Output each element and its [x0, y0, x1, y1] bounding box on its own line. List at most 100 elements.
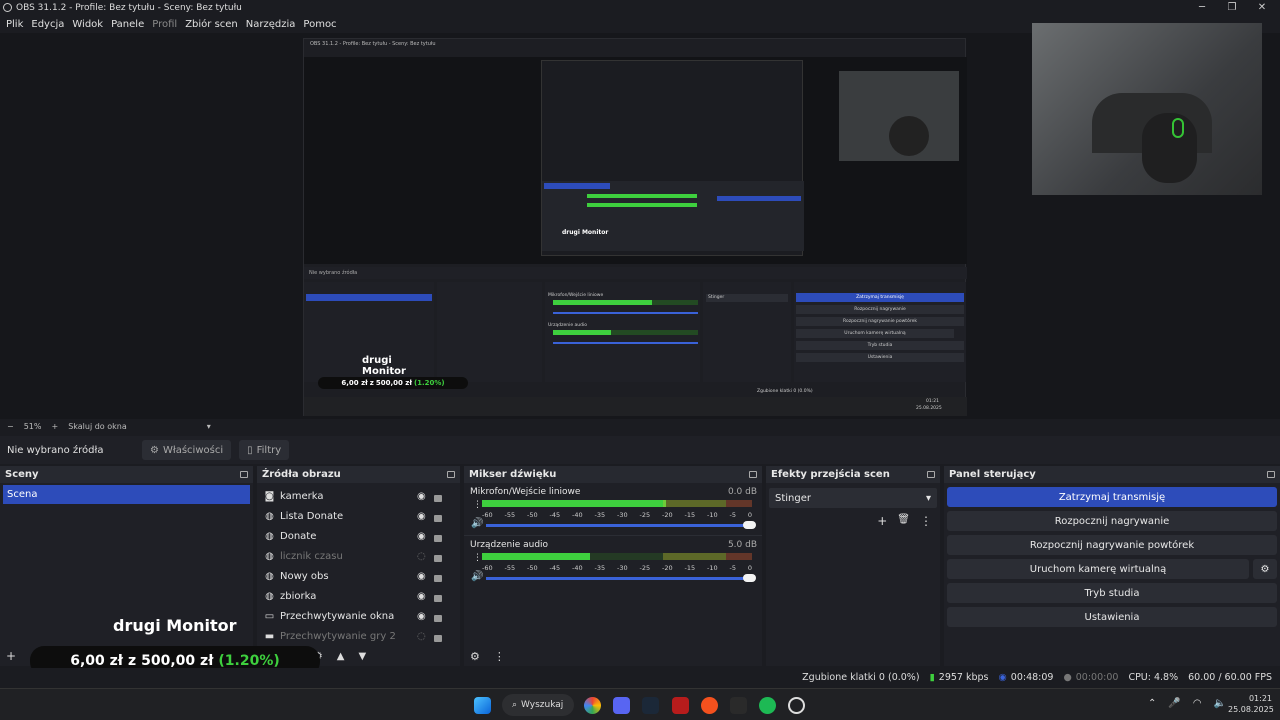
meter-tick-label: -20: [662, 511, 673, 519]
eye-icon[interactable]: ◉: [417, 531, 426, 542]
discord-icon[interactable]: [613, 697, 630, 714]
volume-icon[interactable]: 🔈: [1214, 698, 1226, 709]
zoom-value: 51%: [23, 421, 42, 431]
spotify-icon[interactable]: [759, 697, 776, 714]
meter-tick-label: -30: [617, 564, 628, 572]
add-scene-button[interactable]: +: [6, 649, 16, 663]
steam-icon[interactable]: [642, 697, 659, 714]
meter-tick-label: -15: [684, 511, 696, 519]
volume-slider[interactable]: [486, 577, 752, 580]
nested-deeper-capture: drugi Monitor: [541, 60, 804, 256]
stream-time: 00:48:09: [1010, 672, 1054, 683]
lock-icon[interactable]: [434, 515, 442, 522]
lock-icon[interactable]: [434, 555, 442, 562]
more-icon[interactable]: ⋮: [473, 553, 482, 563]
eye-hidden-icon[interactable]: ◌: [417, 551, 426, 562]
volume-slider[interactable]: [486, 524, 752, 527]
chevron-down-icon[interactable]: ▾: [207, 422, 211, 431]
undock-icon[interactable]: [447, 471, 455, 478]
zoom-mode-select[interactable]: Skaluj do okna: [68, 422, 127, 431]
source-item-kamerka[interactable]: ◙ kamerka ◉: [0, 486, 460, 506]
controls-title: Panel sterujący: [949, 469, 1036, 480]
close-button[interactable]: ✕: [1247, 0, 1277, 15]
menu-pomoc[interactable]: Pomoc: [303, 19, 336, 30]
start-virtual-camera-button[interactable]: Uruchom kamerę wirtualną: [947, 559, 1249, 579]
chevron-up-icon[interactable]: ⌃: [1148, 698, 1156, 709]
eye-icon[interactable]: ◉: [417, 571, 426, 582]
record-time: 00:00:00: [1075, 672, 1119, 683]
menu-plik[interactable]: Plik: [6, 19, 23, 30]
eye-icon[interactable]: ◉: [417, 491, 426, 502]
undock-icon[interactable]: [240, 471, 248, 478]
speaker-icon[interactable]: 🔊: [471, 518, 483, 529]
move-up-button[interactable]: ▲: [337, 651, 345, 662]
more-icon[interactable]: ⋮: [473, 500, 482, 510]
globe-icon: ◍: [265, 510, 274, 522]
menu-zbior-scen[interactable]: Zbiór scen: [185, 19, 238, 30]
volume-slider-handle[interactable]: [743, 521, 756, 529]
menu-edycja[interactable]: Edycja: [31, 19, 64, 30]
source-item-licznik-czasu[interactable]: ◍ licznik czasu ◌: [0, 546, 460, 566]
source-item-donate[interactable]: ◍ Donate ◉: [0, 526, 460, 546]
start-recording-button[interactable]: Rozpocznij nagrywanie: [947, 511, 1277, 531]
lock-icon[interactable]: [434, 615, 442, 622]
menu-profil[interactable]: Profil: [152, 19, 177, 30]
lock-icon[interactable]: [434, 535, 442, 542]
eye-icon[interactable]: ◉: [417, 611, 426, 622]
virtual-camera-settings-icon[interactable]: ⚙: [1253, 559, 1277, 579]
source-item-zbiorka[interactable]: ◍ zbiorka ◉: [0, 586, 460, 606]
lock-icon[interactable]: [434, 595, 442, 602]
studio-mode-button[interactable]: Tryb studia: [947, 583, 1277, 603]
source-item-lista-donate[interactable]: ◍ Lista Donate ◉: [0, 506, 460, 526]
eye-hidden-icon[interactable]: ◌: [417, 631, 426, 642]
filters-button[interactable]: ▯ Filtry: [239, 440, 290, 460]
properties-button[interactable]: ⚙ Właściwości: [142, 440, 232, 460]
chrome-icon[interactable]: [584, 697, 601, 714]
undock-icon[interactable]: [927, 471, 935, 478]
lock-icon[interactable]: [434, 495, 442, 502]
source-item-nowy-obs[interactable]: ◍ Nowy obs ◉: [0, 566, 460, 586]
eye-icon[interactable]: ◉: [417, 511, 426, 522]
windows-start-icon[interactable]: [474, 697, 491, 714]
maximize-button[interactable]: ❐: [1217, 0, 1247, 15]
start-replay-buffer-button[interactable]: Rozpocznij nagrywanie powtórek: [947, 535, 1277, 555]
add-transition-button[interactable]: +: [877, 514, 887, 528]
taskbar-search[interactable]: ⌕ Wyszukaj: [502, 694, 574, 716]
stream-icon: ◉: [998, 672, 1007, 683]
globe-icon: ◍: [265, 530, 274, 542]
epic-games-icon[interactable]: [730, 697, 747, 714]
taskbar-clock[interactable]: 01:21 25.08.2025: [1228, 693, 1274, 715]
preview-canvas[interactable]: OBS 31.1.2 - Profile: Bez tytułu - Sceny…: [0, 23, 1280, 419]
mixer-settings-icon[interactable]: ⚙: [470, 650, 480, 663]
zoom-in-button[interactable]: +: [51, 422, 58, 431]
zoom-out-button[interactable]: −: [7, 422, 14, 431]
stop-stream-button[interactable]: Zatrzymaj transmisję: [947, 487, 1277, 507]
settings-button[interactable]: Ustawienia: [947, 607, 1277, 627]
nested-obs-capture: OBS 31.1.2 - Profile: Bez tytułu - Sceny…: [303, 38, 967, 416]
donate-amount: 6,00 zł: [70, 653, 123, 669]
wifi-icon[interactable]: ◠: [1193, 698, 1202, 709]
mixer-title: Mikser dźwięku: [469, 469, 557, 480]
volume-slider-handle[interactable]: [743, 574, 756, 582]
lock-icon[interactable]: [434, 575, 442, 582]
menu-widok[interactable]: Widok: [72, 19, 103, 30]
more-icon[interactable]: ⋮: [494, 650, 505, 663]
more-icon[interactable]: ⋮: [920, 514, 932, 528]
minimize-button[interactable]: ─: [1187, 0, 1217, 15]
origin-icon[interactable]: [701, 697, 718, 714]
menu-panele[interactable]: Panele: [111, 19, 144, 30]
undock-icon[interactable]: [749, 471, 757, 478]
transition-select[interactable]: Stinger ▾: [769, 488, 937, 508]
undock-icon[interactable]: [1267, 471, 1275, 478]
microphone-icon[interactable]: 🎤: [1168, 698, 1180, 709]
nested-mixer: Mikrofon/Wejście liniowe Urządzenie audi…: [545, 282, 700, 382]
obs-taskbar-icon[interactable]: [788, 697, 805, 714]
move-down-button[interactable]: ▼: [358, 651, 366, 662]
trash-icon[interactable]: 🗑: [897, 514, 910, 528]
menu-narzedzia[interactable]: Narzędzia: [246, 19, 296, 30]
eye-icon[interactable]: ◉: [417, 591, 426, 602]
lock-icon[interactable]: [434, 635, 442, 642]
mixer-channel-mic: Mikrofon/Wejście liniowe 0.0 dB ⋮ -60 -55…: [464, 483, 762, 535]
game-launcher-icon[interactable]: [672, 697, 689, 714]
speaker-icon[interactable]: 🔊: [471, 571, 483, 582]
